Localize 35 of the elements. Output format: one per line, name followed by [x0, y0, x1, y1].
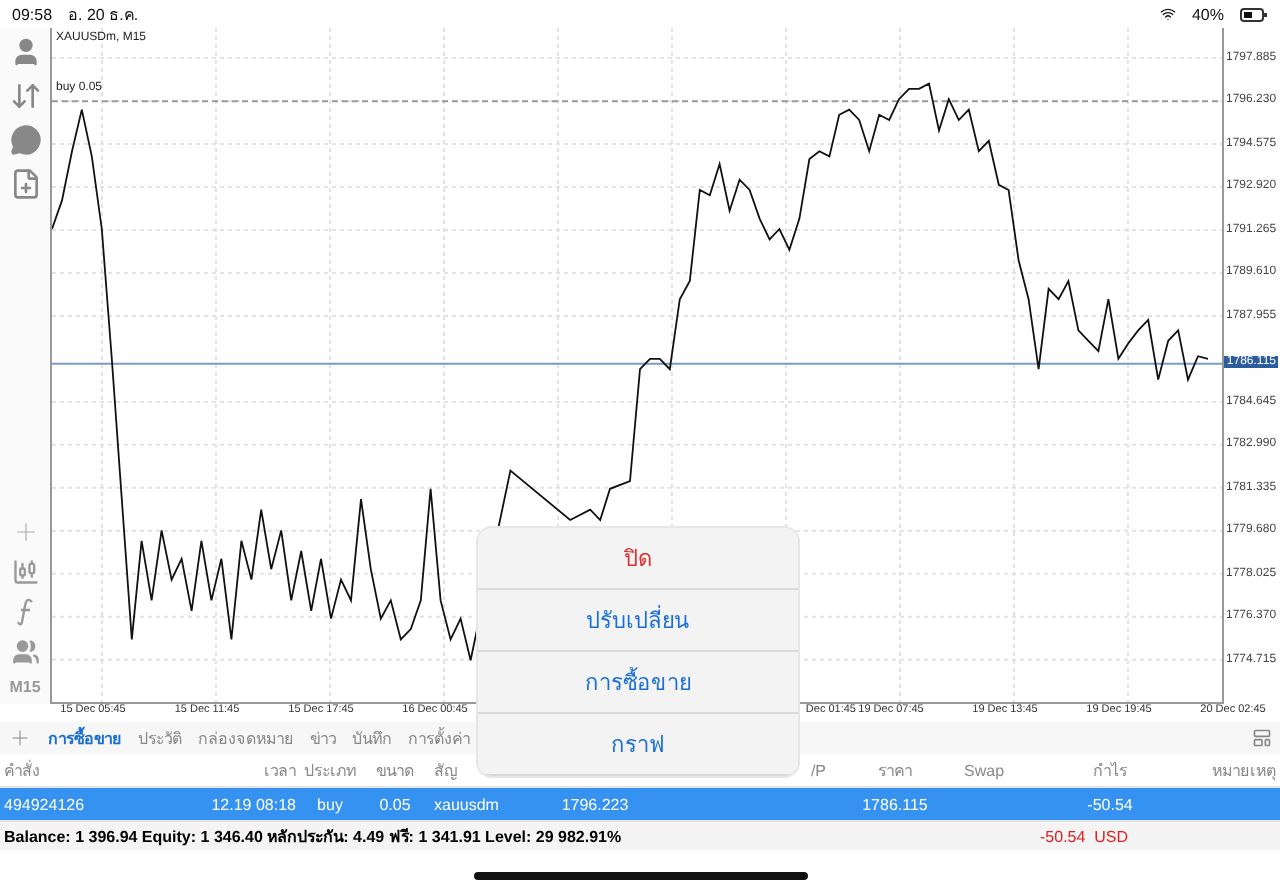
account-icon[interactable]	[9, 36, 41, 68]
column-header: ราคา	[876, 759, 914, 783]
tab[interactable]: ประวัติ	[138, 725, 182, 751]
account-summary: Balance: 1 396.94 Equity: 1 346.40 หลักประกัน: 4.49 ฟรี: 1 341.91 Level: 29 982.91%	[2, 825, 624, 849]
column-header: Swap	[962, 761, 1007, 779]
column-header: /P	[808, 761, 828, 779]
chat-icon[interactable]	[9, 124, 41, 156]
action-item[interactable]: ปิด	[478, 528, 798, 590]
column-header: สัญ	[432, 759, 460, 783]
tab[interactable]: บันทึก	[352, 725, 392, 751]
wifi-icon	[1159, 6, 1176, 22]
people-icon[interactable]	[11, 638, 39, 666]
column-header: กำไร	[1091, 759, 1129, 783]
trade-arrows-icon[interactable]	[9, 80, 41, 112]
status-date: อ. 20 ธ.ค.	[68, 3, 139, 27]
column-header: ประเภท	[302, 759, 358, 783]
timeframe-label[interactable]: M15	[9, 678, 41, 696]
candlestick-icon[interactable]	[11, 558, 39, 586]
function-icon[interactable]	[15, 598, 35, 626]
tab[interactable]: การซื้อขาย	[48, 725, 122, 751]
position-row[interactable]: 494924126 12.19 08:18 buy 0.05 xauusdm 1796.223 1786.115 -50.54	[0, 788, 1280, 822]
total-profit: -50.54 USD	[1038, 827, 1131, 845]
battery-icon	[1240, 7, 1268, 21]
tab[interactable]: การตั้งค่า	[408, 725, 470, 751]
add-icon[interactable]	[8, 726, 32, 750]
column-header: เวลา	[262, 759, 298, 783]
column-header: ขนาด	[374, 759, 416, 783]
tab[interactable]: ข่าว	[310, 725, 336, 751]
layout-icon[interactable]	[1252, 728, 1272, 748]
tab[interactable]: กล่องจดหมาย	[198, 725, 294, 751]
battery-percent: 40%	[1191, 5, 1224, 23]
column-header: หมายเหตุ	[1210, 759, 1278, 783]
status-time: 09:58	[12, 5, 53, 23]
new-order-icon[interactable]	[9, 168, 41, 200]
column-header: คำสั่ง	[2, 758, 42, 783]
